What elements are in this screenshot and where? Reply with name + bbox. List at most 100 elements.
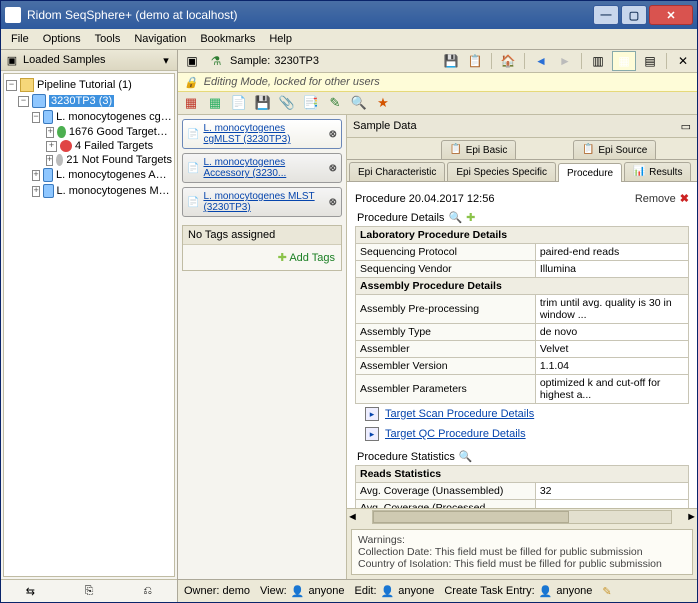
close-button[interactable]: ✕ [649,5,693,25]
left-footer: ⇆ ⎘ ⎌ [1,579,177,602]
view1-icon[interactable]: ▥ [588,51,608,71]
tab-epi-source[interactable]: 📋Epi Source [573,140,656,159]
save-icon[interactable]: 💾 [441,51,461,71]
menu-help[interactable]: Help [263,31,298,47]
doc-icon: 📄 [187,163,199,174]
view2-icon[interactable]: ▦ [612,51,636,71]
table-row: Assembler Parametersoptimized k and cut-… [356,375,689,404]
tab-results[interactable]: 📊Results [624,162,691,181]
menu-file[interactable]: File [5,31,35,47]
table-row: AssemblerVelvet [356,341,689,358]
forward-icon[interactable]: ► [555,51,575,71]
chevron-icon[interactable]: ⊗ [329,129,337,140]
menu-navigation[interactable]: Navigation [128,31,192,47]
sample-icon [32,94,46,108]
failed-targets-icon [60,140,72,152]
scroll-thumb[interactable] [373,511,569,523]
close-panel-icon[interactable]: ✕ [673,51,693,71]
scheme-tab-label[interactable]: L. monocytogenes Accessory (3230... [203,157,324,179]
scheme-tab-label[interactable]: L. monocytogenes MLST (3230TP3) [203,191,324,213]
add-icon: ✚ [278,252,287,264]
etb-icon[interactable]: 🔍 [350,94,368,112]
remove-icon[interactable]: ✖ [680,192,689,205]
scheme-tab-accessory[interactable]: 📄 L. monocytogenes Accessory (3230... ⊗ [182,153,342,183]
etb-icon[interactable]: 📑 [302,94,320,112]
menu-bookmarks[interactable]: Bookmarks [194,31,261,47]
tab-icon: 📋 [582,144,594,156]
tree-expand-icon[interactable]: + [46,155,53,166]
tree-item[interactable]: 21 Not Found Targets [66,154,172,166]
tree-item[interactable]: 1676 Good Targets, 6 with wa [69,126,172,138]
etb-icon[interactable]: ★ [374,94,392,112]
pencil-icon[interactable]: ✎ [602,585,611,598]
panel-box-icon[interactable]: ▭ [681,120,691,133]
scroll-right-icon[interactable]: ► [686,511,697,523]
tree-expand-icon[interactable]: + [32,186,40,197]
menu-options[interactable]: Options [37,31,87,47]
chevron-icon[interactable]: ⊗ [329,197,337,208]
etb-icon[interactable]: 💾 [254,94,272,112]
doc-icon: 📄 [187,129,199,140]
sample-tree[interactable]: −Pipeline Tutorial (1) −3230TP3 (3) −L. … [3,73,175,577]
tab-procedure[interactable]: Procedure [558,163,622,182]
scheme-tab-mlst[interactable]: 📄L. monocytogenes MLST (3230TP3)⊗ [182,187,342,217]
titlebar: Ridom SeqSphere+ (demo at localhost) — ▢… [1,1,697,29]
table-row: Sequencing Protocolpaired-end reads [356,244,689,261]
scroll-left-icon[interactable]: ◄ [347,511,358,523]
chevron-icon[interactable]: ⊗ [329,163,337,174]
view3-icon[interactable]: ▤ [640,51,660,71]
tree-collapse-icon[interactable]: − [32,112,40,123]
foot-icon[interactable]: ⎌ [141,584,155,598]
target-qc-link[interactable]: Target QC Procedure Details [385,428,526,440]
maximize-button[interactable]: ▢ [621,5,647,25]
minimize-button[interactable]: — [593,5,619,25]
tab-epi-characteristic[interactable]: Epi Characteristic [349,162,445,181]
home-icon[interactable]: 🏠 [498,51,518,71]
back-icon[interactable]: ◄ [531,51,551,71]
notfound-targets-icon [56,154,63,166]
add-small-icon[interactable]: ✚ [466,211,475,224]
sample-data-label: Sample Data [353,120,417,132]
edit-toolbar: ▦ ▦ 📄 💾 📎 📑 ✎ 🔍 ★ [178,92,697,115]
procedure-details-label: Procedure Details [357,212,444,224]
tree-item[interactable]: L. monocytogenes Accessory (3230 [56,169,172,181]
expand-box-icon[interactable]: ▸ [365,427,379,441]
refresh-icon[interactable]: 🔍 [459,450,473,463]
copy-icon[interactable]: 📋 [465,51,485,71]
tree-expand-icon[interactable]: + [46,127,54,138]
tree-expand-icon[interactable]: + [46,141,57,152]
expand-icon[interactable]: ▣ [182,51,202,71]
scheme-tab-cgmlst[interactable]: 📄 L. monocytogenes cgMLST (3230TP3) ⊗ [182,119,342,149]
tree-item[interactable]: L. monocytogenes cgMLST (3230T [56,111,172,123]
tree-sample-selected[interactable]: 3230TP3 (3) [49,95,114,107]
target-scan-link[interactable]: Target Scan Procedure Details [385,408,534,420]
foot-icon[interactable]: ⎘ [82,584,96,598]
table-row: Assembly Typede novo [356,324,689,341]
etb-icon[interactable]: 📄 [230,94,248,112]
tree-root[interactable]: Pipeline Tutorial (1) [37,79,132,91]
etb-icon[interactable]: ✎ [326,94,344,112]
tree-collapse-icon[interactable]: − [6,80,17,91]
remove-link[interactable]: Remove [635,193,676,205]
menu-tools[interactable]: Tools [89,31,127,47]
foot-icon[interactable]: ⇆ [23,584,37,598]
expand-box-icon[interactable]: ▸ [365,407,379,421]
horizontal-scrollbar[interactable]: ◄ ► [347,508,697,525]
etb-icon[interactable]: ▦ [206,94,224,112]
window-title: Ridom SeqSphere+ (demo at localhost) [27,8,591,22]
etb-icon[interactable]: ▦ [182,94,200,112]
add-tags-link[interactable]: Add Tags [289,252,335,264]
sample-toolbar: ▣ ⚗ Sample: 3230TP3 💾 📋 🏠 ◄ ► ▥ ▦ ▤ ✕ [178,50,697,73]
panel-menu-icon[interactable]: ▾ [159,53,173,67]
tab-epi-species[interactable]: Epi Species Specific [447,162,556,181]
tree-item[interactable]: 4 Failed Targets [75,140,153,152]
tab-epi-basic[interactable]: 📋Epi Basic [441,140,517,159]
tree-expand-icon[interactable]: + [32,170,40,181]
etb-icon[interactable]: 📎 [278,94,296,112]
procedure-content[interactable]: Procedure 20.04.2017 12:56 Remove ✖ Proc… [347,182,697,508]
tree-collapse-icon[interactable]: − [18,96,29,107]
expand-icon[interactable]: ▣ [5,53,19,67]
tree-item[interactable]: L. monocytogenes MLST (3230TP [57,185,173,197]
scheme-tab-label[interactable]: L. monocytogenes cgMLST (3230TP3) [203,123,324,145]
refresh-icon[interactable]: 🔍 [448,211,462,224]
